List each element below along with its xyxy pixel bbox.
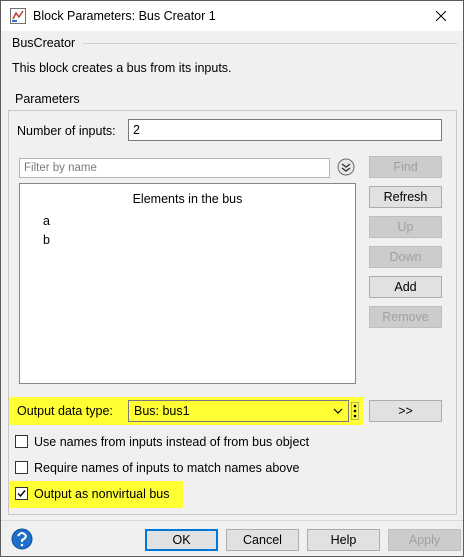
- close-button[interactable]: [419, 1, 463, 31]
- block-group-divider: [83, 43, 457, 44]
- block-description: This block creates a bus from its inputs…: [12, 61, 232, 75]
- bus-elements-list[interactable]: Elements in the bus a b: [19, 183, 356, 384]
- nonvirtual-bus-label: Output as nonvirtual bus: [34, 487, 170, 501]
- use-input-names-checkbox[interactable]: [15, 435, 28, 448]
- parameters-group-label: Parameters: [13, 92, 82, 106]
- filter-options-icon[interactable]: [337, 158, 355, 176]
- checkmark-icon: [17, 490, 26, 498]
- list-item[interactable]: a: [43, 214, 50, 228]
- close-icon: [436, 11, 446, 21]
- data-type-assistant-button[interactable]: >>: [369, 400, 442, 422]
- cancel-button[interactable]: Cancel: [226, 529, 299, 551]
- window-title: Block Parameters: Bus Creator 1: [33, 9, 216, 23]
- filter-placeholder: Filter by name: [24, 162, 97, 174]
- matlab-block-icon: [10, 8, 26, 24]
- list-header: Elements in the bus: [132, 192, 243, 206]
- help-icon: [11, 528, 33, 550]
- add-button[interactable]: Add: [369, 276, 442, 298]
- footer-divider: [1, 520, 463, 521]
- chevron-down-icon: [333, 408, 343, 414]
- num-inputs-field[interactable]: 2: [128, 119, 442, 141]
- require-names-checkbox[interactable]: [15, 461, 28, 474]
- nonvirtual-bus-checkbox[interactable]: [15, 487, 28, 500]
- title-bar: Block Parameters: Bus Creator 1: [1, 1, 463, 31]
- list-item[interactable]: b: [43, 233, 50, 247]
- num-inputs-value: 2: [133, 123, 140, 137]
- block-group-label: BusCreator: [12, 36, 76, 50]
- output-type-select[interactable]: Bus: bus1: [128, 400, 349, 422]
- ok-button[interactable]: OK: [145, 529, 218, 551]
- use-input-names-label: Use names from inputs instead of from bu…: [34, 435, 310, 449]
- output-type-value: Bus: bus1: [134, 404, 190, 418]
- up-button[interactable]: Up: [369, 216, 442, 238]
- require-names-label: Require names of inputs to match names a…: [34, 461, 300, 475]
- help-button[interactable]: Help: [307, 529, 380, 551]
- output-type-label: Output data type:: [17, 404, 113, 418]
- apply-button[interactable]: Apply: [388, 529, 461, 551]
- more-options-icon[interactable]: [351, 402, 359, 420]
- refresh-button[interactable]: Refresh: [369, 186, 442, 208]
- find-button[interactable]: Find: [369, 156, 442, 178]
- down-button[interactable]: Down: [369, 246, 442, 268]
- remove-button[interactable]: Remove: [369, 306, 442, 328]
- num-inputs-label: Number of inputs:: [17, 124, 116, 138]
- dialog-window: Block Parameters: Bus Creator 1 BusCreat…: [0, 0, 464, 557]
- filter-input[interactable]: Filter by name: [19, 158, 330, 178]
